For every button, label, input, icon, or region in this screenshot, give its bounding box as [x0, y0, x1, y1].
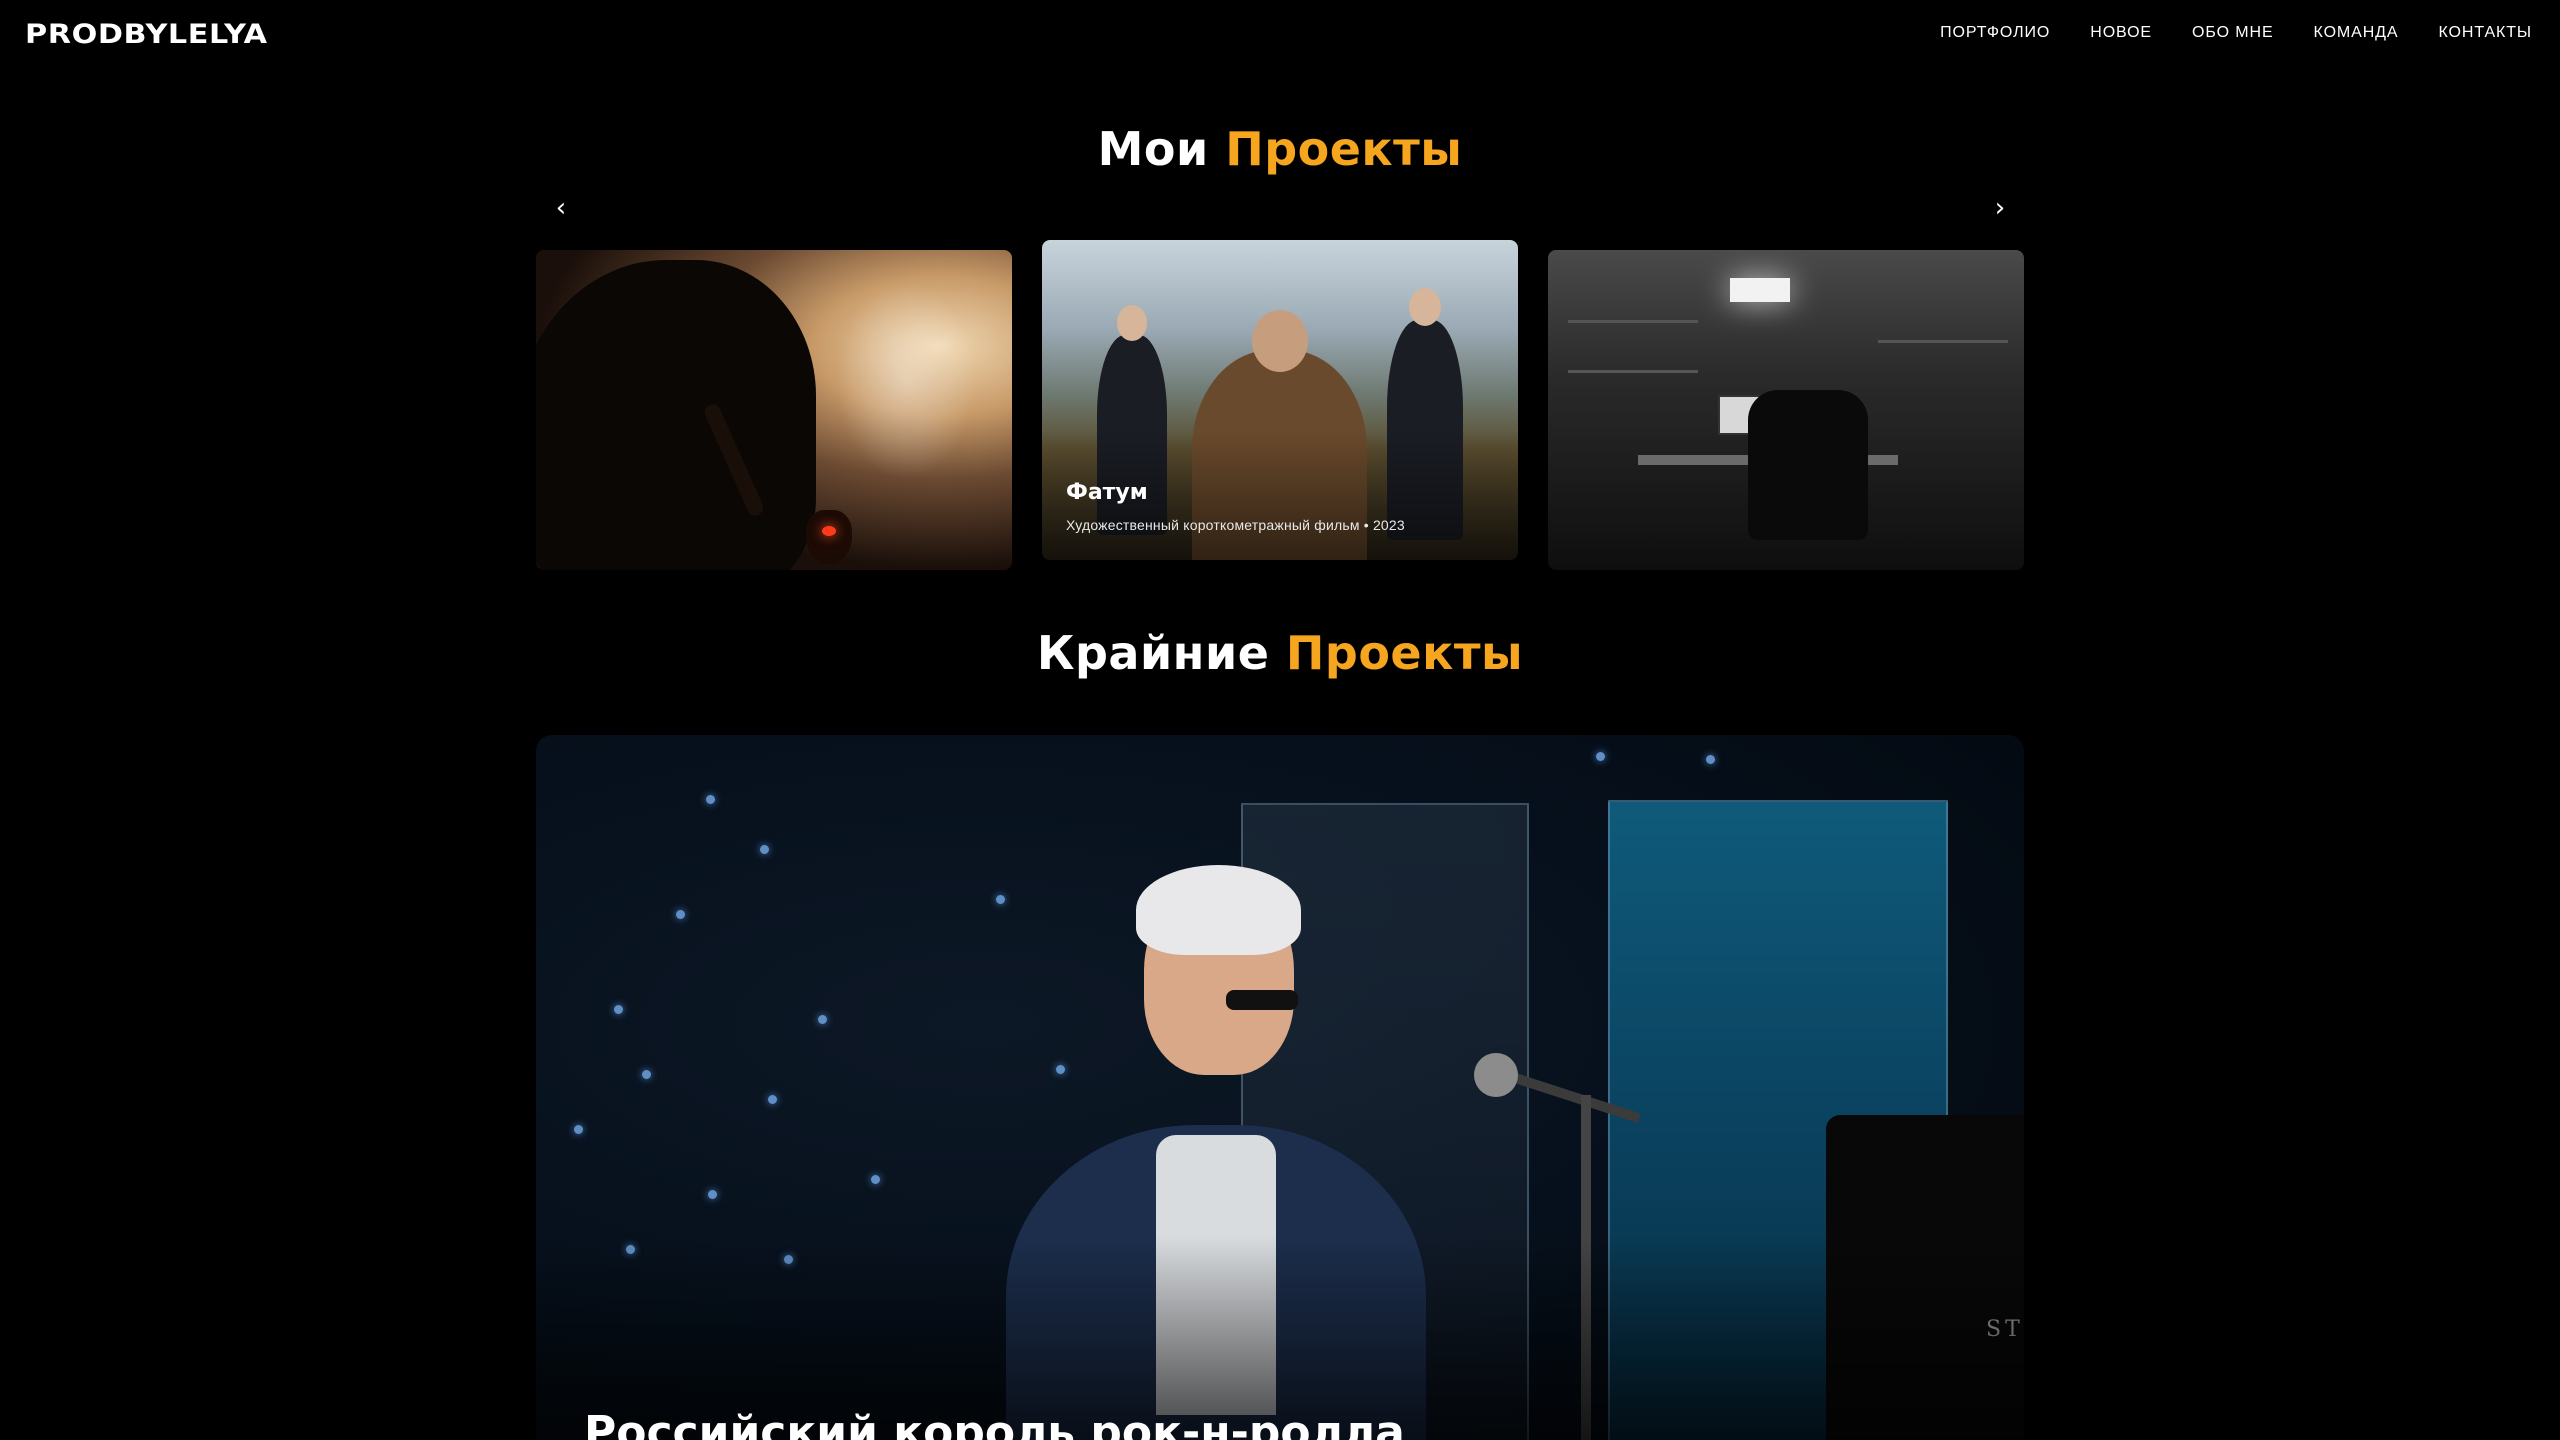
smoke-image-detail [836, 280, 976, 480]
project-card-pipe[interactable] [536, 250, 1012, 570]
project-card-studio[interactable] [1548, 250, 2024, 570]
my-projects-heading: Мои Проекты [0, 122, 2560, 176]
project-card-subtitle: Художественный короткометражный фильм • … [1066, 517, 1405, 533]
nav-link-portfolio[interactable]: ПОРТФОЛИО [1940, 24, 2050, 42]
sunglasses-image-detail [1226, 990, 1298, 1010]
stage-light-image-detail [642, 1070, 651, 1079]
stage-light-image-detail [574, 1125, 583, 1134]
carousel-next-button[interactable]: › [1985, 190, 2015, 226]
latest-projects-heading: Крайние Проекты [0, 626, 2560, 680]
shelf-image-detail [1878, 340, 2008, 343]
latest-projects-heading-plain: Крайние [1036, 626, 1270, 680]
stage-light-image-detail [996, 895, 1005, 904]
stage-light-image-detail [708, 1190, 717, 1199]
shelf-image-detail [1568, 320, 1698, 323]
silhouette-image-detail [536, 260, 816, 570]
head-image-detail [1251, 310, 1308, 372]
latest-projects-heading-accent: Проекты [1285, 626, 1524, 680]
site-header: PRODBYLELYA ПОРТФОЛИО НОВОЕ ОБО МНЕ КОМА… [0, 0, 2560, 66]
stage-light-image-detail [1706, 755, 1715, 764]
head-image-detail [1117, 305, 1147, 341]
stage-light-image-detail [1056, 1065, 1065, 1074]
shelf-image-detail [1568, 370, 1698, 373]
project-card-fatum[interactable]: Фатум Художественный короткометражный фи… [1042, 240, 1518, 560]
stage-light-image-detail [760, 845, 769, 854]
singer-hair-image-detail [1136, 865, 1301, 955]
stage-light-image-detail [818, 1015, 827, 1024]
head-image-detail [1409, 288, 1441, 326]
chair-image-detail [1748, 390, 1868, 540]
lamp-image-detail [1730, 278, 1790, 302]
stage-light-image-detail [871, 1175, 880, 1184]
stage-light-image-detail [614, 1005, 623, 1014]
site-logo[interactable]: PRODBYLELYA [25, 19, 268, 50]
nav-link-about[interactable]: ОБО МНЕ [2192, 24, 2274, 42]
stage-light-image-detail [768, 1095, 777, 1104]
stage-light-image-detail [1596, 752, 1605, 761]
my-projects-heading-accent: Проекты [1225, 122, 1463, 176]
pipe-bowl-image-detail [806, 510, 852, 564]
featured-project-title: Российский король рок-н-ролла [584, 1407, 1405, 1440]
main-nav: ПОРТФОЛИО НОВОЕ ОБО МНЕ КОМАНДА КОНТАКТЫ [1940, 24, 2532, 42]
stage-light-image-detail [676, 910, 685, 919]
my-projects-heading-plain: Мои [1097, 122, 1209, 176]
nav-link-team[interactable]: КОМАНДА [2314, 24, 2399, 42]
carousel-prev-button[interactable]: ‹ [546, 190, 576, 226]
project-card-title: Фатум [1066, 480, 1148, 505]
microphone-image-detail [1474, 1053, 1518, 1097]
featured-project-card[interactable]: ST Российский король рок-н-ролла [536, 735, 2024, 1440]
ember-image-detail [822, 526, 836, 536]
nav-link-contacts[interactable]: КОНТАКТЫ [2438, 24, 2532, 42]
nav-link-new[interactable]: НОВОЕ [2090, 24, 2152, 42]
stage-light-image-detail [706, 795, 715, 804]
